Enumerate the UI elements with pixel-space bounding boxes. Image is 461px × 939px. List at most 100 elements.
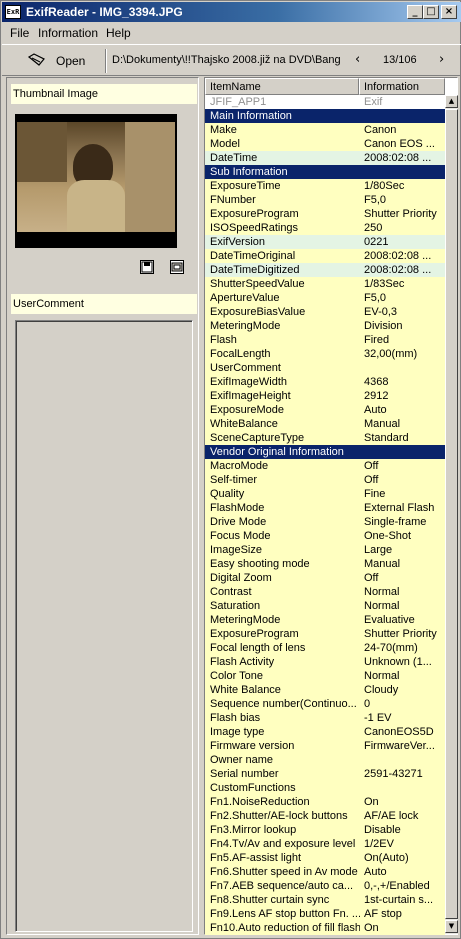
- column-header-itemname[interactable]: ItemName: [205, 78, 359, 95]
- table-row[interactable]: CustomFunctions: [205, 781, 445, 795]
- item-name: ImageSize: [210, 544, 262, 556]
- item-value: On(Auto): [364, 852, 409, 864]
- table-row[interactable]: Easy shooting mode Manual: [205, 557, 445, 571]
- table-row[interactable]: Owner name: [205, 753, 445, 767]
- open-button[interactable]: Open: [24, 51, 94, 71]
- table-row[interactable]: ExposureProgram Shutter Priority: [205, 627, 445, 641]
- item-value: Canon: [364, 124, 397, 136]
- table-row[interactable]: DateTime 2008:02:08 ...: [205, 151, 445, 165]
- table-row[interactable]: WhiteBalance Manual: [205, 417, 445, 431]
- menu-help[interactable]: Help: [106, 26, 131, 40]
- table-row[interactable]: ImageSize Large: [205, 543, 445, 557]
- table-row[interactable]: ExposureBiasValue EV-0,3: [205, 305, 445, 319]
- table-row[interactable]: Self-timer Off: [205, 473, 445, 487]
- table-row[interactable]: ISOSpeedRatings 250: [205, 221, 445, 235]
- table-row[interactable]: ExposureProgram Shutter Priority: [205, 207, 445, 221]
- table-row[interactable]: Quality Fine: [205, 487, 445, 501]
- open-label: Open: [56, 54, 86, 68]
- table-row[interactable]: MacroMode Off: [205, 459, 445, 473]
- scroll-thumb[interactable]: [445, 109, 458, 919]
- item-name: Focal length of lens: [210, 642, 306, 654]
- table-row[interactable]: Fn7.AEB sequence/auto ca... 0,-,+/Enabled: [205, 879, 445, 893]
- table-row[interactable]: Fn3.Mirror lookup Disable: [205, 823, 445, 837]
- table-row[interactable]: Flash Activity Unknown (1...: [205, 655, 445, 669]
- table-row[interactable]: Fn6.Shutter speed in Av mode Auto: [205, 865, 445, 879]
- table-row[interactable]: MeteringMode Division: [205, 319, 445, 333]
- table-row[interactable]: DateTimeDigitized 2008:02:08 ...: [205, 263, 445, 277]
- user-comment-area[interactable]: [15, 320, 193, 932]
- table-row[interactable]: Firmware version FirmwareVer...: [205, 739, 445, 753]
- table-row[interactable]: Fn9.Lens AF stop button Fn. ... AF stop: [205, 907, 445, 921]
- previous-image-button[interactable]: ‹: [355, 52, 360, 67]
- table-row[interactable]: FocalLength 32,00(mm): [205, 347, 445, 361]
- table-row[interactable]: Focal length of lens 24-70(mm): [205, 641, 445, 655]
- table-row[interactable]: Digital Zoom Off: [205, 571, 445, 585]
- table-row[interactable]: Model Canon EOS ...: [205, 137, 445, 151]
- table-row[interactable]: JFIF_APP1 Exif: [205, 95, 445, 109]
- table-row[interactable]: Fn10.Auto reduction of fill flash On: [205, 921, 445, 935]
- scroll-up-button[interactable]: ▲: [445, 95, 458, 108]
- table-row[interactable]: Flash Fired: [205, 333, 445, 347]
- table-row[interactable]: ShutterSpeedValue 1/83Sec: [205, 277, 445, 291]
- table-row[interactable]: Flash bias -1 EV: [205, 711, 445, 725]
- item-name: Sequence number(Continuo...: [210, 698, 357, 710]
- close-button[interactable]: ×: [441, 5, 457, 19]
- table-row[interactable]: Saturation Normal: [205, 599, 445, 613]
- title-bar[interactable]: ExR ExifReader - IMG_3394.JPG _ □ ×: [2, 2, 461, 22]
- table-row[interactable]: Fn2.Shutter/AE-lock buttons AF/AE lock: [205, 809, 445, 823]
- section-header-row[interactable]: Sub Information: [205, 165, 445, 179]
- item-value: EV-0,3: [364, 306, 398, 318]
- table-row[interactable]: Image type CanonEOS5D: [205, 725, 445, 739]
- section-header-row[interactable]: Vendor Original Information: [205, 445, 445, 459]
- vertical-scrollbar[interactable]: ▲ ▼: [445, 95, 458, 934]
- table-row[interactable]: ExposureTime 1/80Sec: [205, 179, 445, 193]
- table-row[interactable]: Sequence number(Continuo... 0: [205, 697, 445, 711]
- scroll-down-button[interactable]: ▼: [445, 920, 458, 933]
- table-row[interactable]: SceneCaptureType Standard: [205, 431, 445, 445]
- table-row[interactable]: DateTimeOriginal 2008:02:08 ...: [205, 249, 445, 263]
- table-row[interactable]: FlashMode External Flash: [205, 501, 445, 515]
- save-icon[interactable]: [140, 260, 154, 274]
- item-name: DateTimeDigitized: [210, 264, 300, 276]
- table-row[interactable]: Fn5.AF-assist light On(Auto): [205, 851, 445, 865]
- next-image-button[interactable]: ›: [439, 52, 444, 67]
- minimize-button[interactable]: _: [407, 5, 423, 19]
- item-name: DateTimeOriginal: [210, 250, 296, 262]
- table-row[interactable]: White Balance Cloudy: [205, 683, 445, 697]
- table-row[interactable]: MeteringMode Evaluative: [205, 613, 445, 627]
- table-row[interactable]: Color Tone Normal: [205, 669, 445, 683]
- item-name: ExposureBiasValue: [210, 306, 306, 318]
- item-value: Manual: [364, 558, 401, 570]
- table-row[interactable]: Fn8.Shutter curtain sync 1st-curtain s...: [205, 893, 445, 907]
- column-header-information[interactable]: Information: [359, 78, 445, 95]
- item-value: External Flash: [364, 502, 435, 514]
- table-row[interactable]: UserComment: [205, 361, 445, 375]
- item-value: Fine: [364, 488, 386, 500]
- table-row[interactable]: Drive Mode Single-frame: [205, 515, 445, 529]
- thumbnail-label: Thumbnail Image: [11, 84, 197, 104]
- table-row[interactable]: ExifVersion 0221: [205, 235, 445, 249]
- table-row[interactable]: Fn4.Tv/Av and exposure level 1/2EV: [205, 837, 445, 851]
- table-row[interactable]: FNumber F5,0: [205, 193, 445, 207]
- maximize-button[interactable]: □: [423, 5, 439, 19]
- item-name: Fn3.Mirror lookup: [210, 824, 297, 836]
- section-header-row[interactable]: Main Information: [205, 109, 445, 123]
- menu-file[interactable]: File: [10, 26, 29, 40]
- table-row[interactable]: Make Canon: [205, 123, 445, 137]
- table-row[interactable]: ExifImageHeight 2912: [205, 389, 445, 403]
- item-value: 32,00(mm): [364, 348, 418, 360]
- item-value: Exif: [364, 96, 383, 108]
- table-row[interactable]: ExposureMode Auto: [205, 403, 445, 417]
- view-icon[interactable]: [170, 260, 184, 274]
- table-row[interactable]: Fn1.NoiseReduction On: [205, 795, 445, 809]
- table-row[interactable]: Focus Mode One-Shot: [205, 529, 445, 543]
- menu-information[interactable]: Information: [38, 26, 98, 40]
- item-value: One-Shot: [364, 530, 412, 542]
- table-row[interactable]: Serial number 2591-43271: [205, 767, 445, 781]
- table-row[interactable]: Contrast Normal: [205, 585, 445, 599]
- item-value: Cloudy: [364, 684, 399, 696]
- item-name: ApertureValue: [210, 292, 280, 304]
- table-row[interactable]: ExifImageWidth 4368: [205, 375, 445, 389]
- table-row[interactable]: ApertureValue F5,0: [205, 291, 445, 305]
- item-value: Auto: [364, 404, 387, 416]
